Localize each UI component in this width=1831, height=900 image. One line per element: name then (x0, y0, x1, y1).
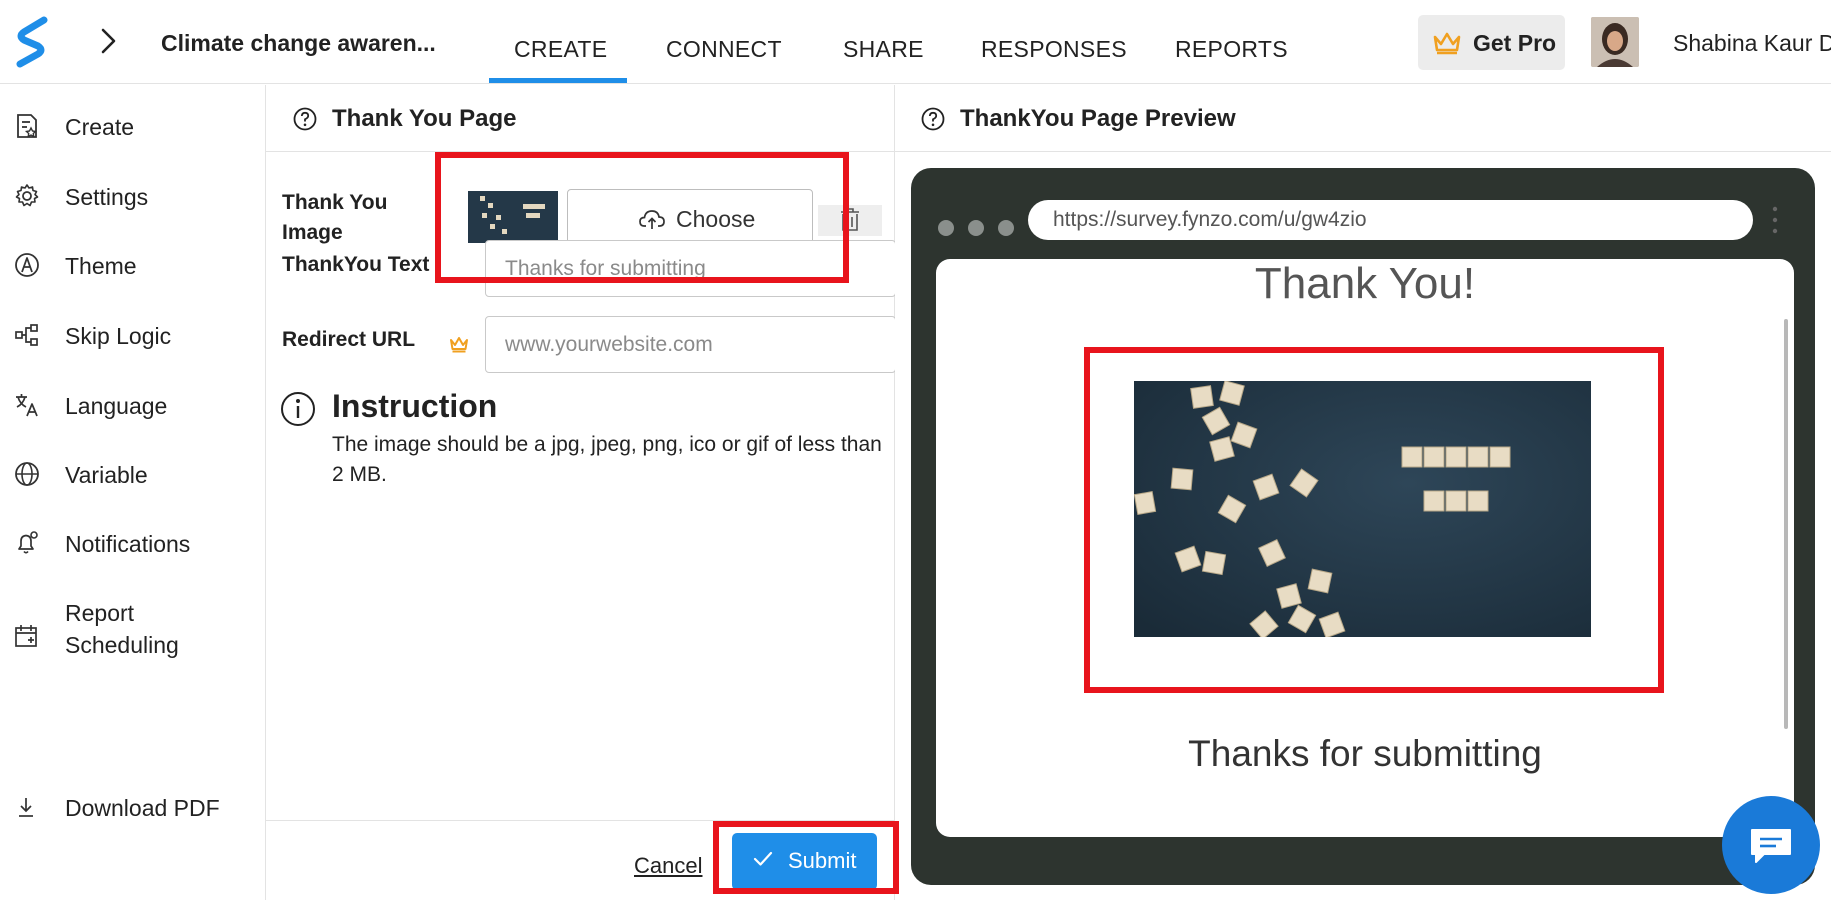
delete-image-button[interactable] (818, 205, 882, 236)
sidebar: Create Settings Theme Skip Logic Languag… (0, 85, 266, 900)
skip-logic-icon (15, 324, 38, 346)
translate-icon (16, 394, 38, 417)
active-tab-indicator (489, 78, 627, 83)
thank-you-text-label: ThankYou Text (282, 253, 430, 276)
sidebar-item-skip-logic[interactable]: Skip Logic (0, 310, 265, 358)
choose-label: Choose (676, 206, 756, 232)
help-icon[interactable] (293, 107, 317, 131)
sidebar-item-variable[interactable]: Variable (0, 449, 265, 497)
sidebar-item-label: Create (65, 114, 135, 140)
help-icon[interactable] (921, 107, 945, 131)
preview-heading: Thank You! (1254, 259, 1476, 308)
form-title[interactable]: Climate change awaren... (161, 30, 436, 57)
sidebar-item-theme[interactable]: Theme (0, 240, 265, 288)
calendar-icon (15, 625, 37, 647)
tab-share[interactable]: SHARE (843, 36, 924, 63)
sidebar-item-label: Skip Logic (65, 323, 172, 349)
preview-panel: ThankYou Page Preview https://survey.fyn… (895, 85, 1831, 900)
sidebar-item-label: Variable (65, 462, 148, 488)
top-bar: Climate change awaren... CREATE CONNECT … (0, 0, 1831, 84)
sidebar-item-label: Notifications (65, 531, 191, 557)
window-dot (968, 220, 984, 236)
tab-responses[interactable]: RESPONSES (981, 36, 1127, 63)
thank-you-image-label-line2: Image (282, 221, 343, 244)
tab-connect[interactable]: CONNECT (666, 36, 782, 63)
more-options-icon (1772, 206, 1778, 234)
sidebar-item-label: Theme (65, 253, 137, 279)
sidebar-item-label: Report (65, 600, 135, 626)
tab-reports[interactable]: REPORTS (1175, 36, 1288, 63)
chat-icon (1751, 829, 1791, 863)
submit-button[interactable]: Submit (732, 833, 877, 890)
preview-scrollbar[interactable] (1784, 319, 1788, 729)
cancel-button[interactable]: Cancel (634, 853, 702, 879)
thank-you-text-input[interactable] (485, 240, 896, 297)
sidebar-item-label: Download PDF (65, 795, 220, 821)
sidebar-item-language[interactable]: Language (0, 380, 265, 428)
window-dot (938, 220, 954, 236)
cloud-upload-icon (639, 210, 665, 229)
trash-icon (841, 208, 859, 231)
sidebar-item-label-line2: Scheduling (65, 632, 179, 658)
choose-image-button[interactable]: Choose (567, 189, 813, 247)
panel-header: Thank You Page (266, 85, 894, 152)
panel-title: Thank You Page (332, 105, 517, 132)
preview-message: Thanks for submitting (1188, 733, 1542, 774)
preview-viewport: Thank You! Thanks for submitting (936, 259, 1794, 837)
panel-footer: Cancel Submit (266, 820, 894, 900)
bell-icon (18, 531, 38, 554)
preview-header: ThankYou Page Preview (895, 85, 1831, 152)
sidebar-item-label: Settings (65, 184, 149, 210)
sidebar-item-notifications[interactable]: Notifications (0, 518, 265, 566)
chat-widget-button[interactable] (1722, 796, 1820, 894)
download-icon (19, 798, 33, 817)
pro-crown-icon (450, 337, 468, 353)
thank-you-image-thumbnail (468, 191, 558, 243)
instruction-title: Instruction (332, 388, 498, 424)
create-form-icon (17, 114, 38, 138)
preview-url: https://survey.fynzo.com/u/gw4zio (1053, 208, 1367, 231)
check-icon (753, 851, 773, 866)
sidebar-item-label: Language (65, 393, 168, 419)
redirect-url-input[interactable] (485, 316, 896, 373)
app-logo-icon[interactable] (14, 16, 50, 68)
chevron-right-icon[interactable] (96, 26, 120, 56)
avatar[interactable] (1591, 17, 1639, 67)
sidebar-item-create[interactable]: Create (0, 101, 265, 149)
gear-icon (15, 184, 39, 207)
theme-icon (15, 253, 39, 277)
window-dot (998, 220, 1014, 236)
instruction-text: The image should be a jpg, jpeg, png, ic… (332, 433, 882, 486)
url-bar: https://survey.fynzo.com/u/gw4zio (1028, 200, 1753, 240)
tab-create[interactable]: CREATE (514, 36, 607, 63)
sidebar-item-download-pdf[interactable]: Download PDF (0, 782, 265, 830)
submit-label: Submit (788, 848, 857, 873)
thank-you-settings-panel: Thank You Page Thank You Image Choose Th… (266, 85, 896, 900)
get-pro-button[interactable]: Get Pro (1418, 15, 1565, 70)
sidebar-item-settings[interactable]: Settings (0, 171, 265, 219)
preview-thank-you-image (1134, 381, 1591, 637)
info-icon (281, 392, 315, 426)
redirect-url-label: Redirect URL (282, 328, 416, 351)
globe-icon (15, 462, 39, 486)
get-pro-label: Get Pro (1473, 30, 1557, 56)
thank-you-image-label: Thank You (282, 191, 388, 214)
preview-title: ThankYou Page Preview (960, 105, 1236, 132)
user-name[interactable]: Shabina Kaur D (1673, 30, 1831, 57)
browser-frame: https://survey.fynzo.com/u/gw4zio Thank … (911, 168, 1815, 885)
crown-icon (1433, 32, 1461, 55)
sidebar-item-report-scheduling[interactable]: Report Scheduling (0, 597, 265, 677)
